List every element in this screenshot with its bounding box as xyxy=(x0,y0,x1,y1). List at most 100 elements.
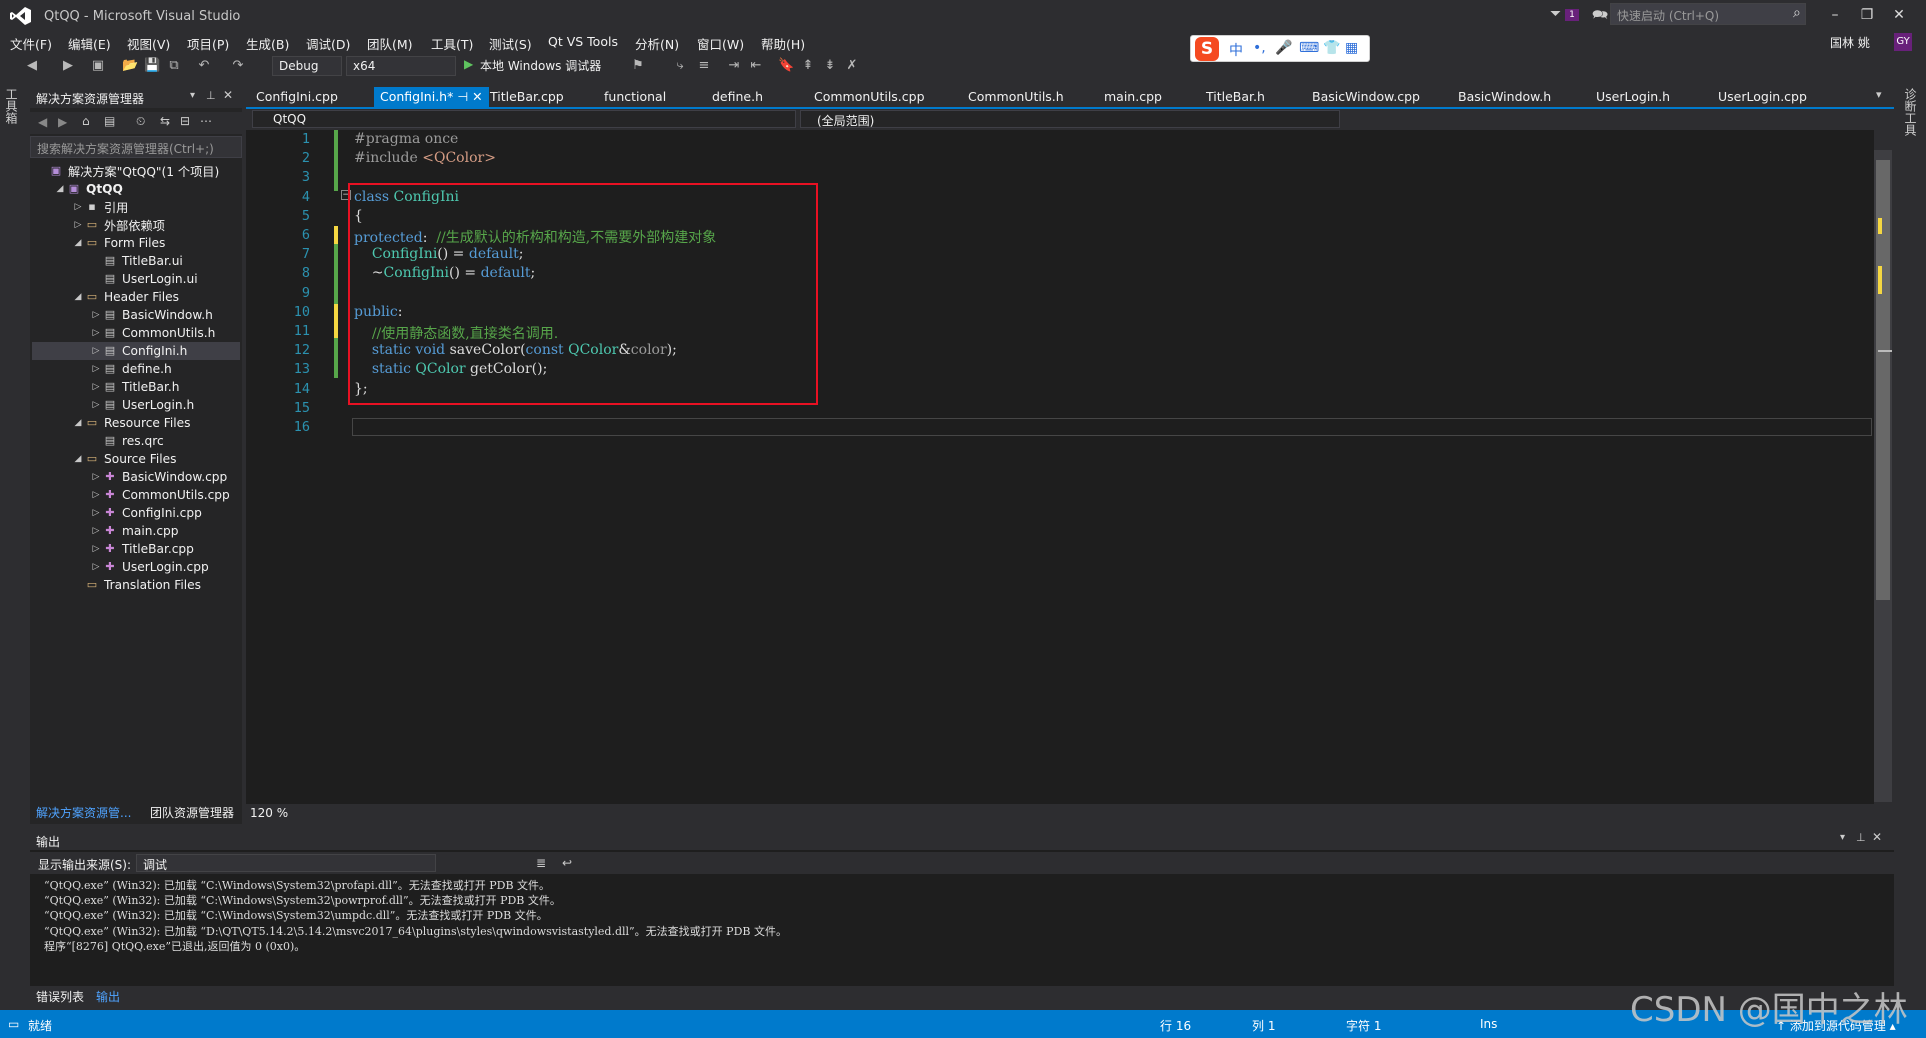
clear-all-icon[interactable]: ≣ xyxy=(536,856,546,870)
expand-toggle-icon[interactable]: ▷ xyxy=(90,382,102,392)
collapse-all-icon[interactable]: ⊟ xyxy=(180,114,190,128)
tree-item[interactable]: ◢ ▭ Source Files xyxy=(32,450,240,468)
menu-test[interactable]: 测试(S) xyxy=(489,34,532,53)
tree-item[interactable]: ▷ ✚ main.cpp xyxy=(32,522,240,540)
new-project-icon[interactable]: ▣ xyxy=(90,58,106,74)
tab-overflow-icon[interactable]: ▾ xyxy=(1876,88,1882,101)
expand-toggle-icon[interactable]: ▷ xyxy=(90,472,102,482)
document-tab[interactable]: functional xyxy=(598,87,672,107)
back-icon[interactable]: ◀ xyxy=(24,58,40,74)
menu-help[interactable]: 帮助(H) xyxy=(761,34,805,53)
tab-error-list[interactable]: 错误列表 xyxy=(36,988,84,1005)
next-bookmark-icon[interactable]: ⇟ xyxy=(822,58,838,74)
document-tab[interactable]: TitleBar.h xyxy=(1200,87,1271,107)
menu-build[interactable]: 生成(B) xyxy=(246,34,289,53)
tree-item[interactable]: ▷ ▤ CommonUtils.h xyxy=(32,324,240,342)
solution-platform-select[interactable]: x64 xyxy=(346,56,456,76)
tree-item[interactable]: ▤ UserLogin.ui xyxy=(32,270,240,288)
tree-item[interactable]: ▷ ✚ TitleBar.cpp xyxy=(32,540,240,558)
expand-toggle-icon[interactable]: ▷ xyxy=(90,364,102,374)
expand-toggle-icon[interactable]: ◢ xyxy=(72,418,84,428)
document-tab[interactable]: UserLogin.h xyxy=(1590,87,1676,107)
pending-changes-icon[interactable]: ⏲ xyxy=(136,114,145,129)
skin-icon[interactable]: 👕 xyxy=(1323,40,1340,56)
solution-configuration-select[interactable]: Debug xyxy=(272,56,342,76)
close-panel-icon[interactable]: ✕ xyxy=(223,88,233,102)
project-dropdown[interactable]: QtQQ xyxy=(252,110,796,128)
document-tab[interactable]: BasicWindow.h xyxy=(1452,87,1557,107)
quick-launch-input[interactable]: 快速启动 (Ctrl+Q) xyxy=(1610,3,1806,25)
tree-item[interactable]: ▤ res.qrc xyxy=(32,432,240,450)
expand-toggle-icon[interactable]: ◢ xyxy=(72,238,84,248)
diagnostic-tools-tab[interactable]: 诊断工具 xyxy=(1902,88,1919,136)
expand-toggle-icon[interactable]: ▷ xyxy=(90,526,102,536)
expand-toggle-icon[interactable]: ▷ xyxy=(90,328,102,338)
expand-toggle-icon[interactable]: ▷ xyxy=(90,562,102,572)
close-button[interactable]: ✕ xyxy=(1884,4,1914,28)
tree-item[interactable]: ◢ ▭ Form Files xyxy=(32,234,240,252)
pin-icon[interactable]: ⊥ xyxy=(1856,831,1866,844)
step-icon[interactable]: ⤷ xyxy=(672,58,688,74)
expand-toggle-icon[interactable]: ▷ xyxy=(90,490,102,500)
dropdown-icon[interactable]: ▾ xyxy=(1840,832,1845,843)
expand-toggle-icon[interactable]: ▷ xyxy=(90,400,102,410)
document-tab[interactable]: ConfigIni.cpp xyxy=(250,87,344,107)
expand-toggle-icon[interactable]: ▷ xyxy=(90,508,102,518)
tree-item[interactable]: ▷ ✚ BasicWindow.cpp xyxy=(32,468,240,486)
tree-item[interactable]: ▷ ▭ 外部依赖项 xyxy=(32,216,240,234)
expand-toggle-icon[interactable]: ◢ xyxy=(72,292,84,302)
comment-icon[interactable]: ≡ xyxy=(696,58,712,74)
prev-bookmark-icon[interactable]: ⇞ xyxy=(800,58,816,74)
tree-item[interactable]: ◢ ▣ QtQQ xyxy=(32,180,240,198)
solution-explorer-search-input[interactable]: 搜索解决方案资源管理器(Ctrl+;) xyxy=(30,136,242,158)
tree-item[interactable]: ▷ ▤ TitleBar.h xyxy=(32,378,240,396)
restore-button[interactable]: ❐ xyxy=(1852,4,1882,28)
back-icon[interactable]: ◀ xyxy=(38,115,47,129)
user-avatar[interactable]: GY xyxy=(1894,33,1912,51)
expand-toggle-icon[interactable]: ▷ xyxy=(72,220,84,230)
switch-views-icon[interactable]: ▤ xyxy=(104,114,115,128)
document-tab[interactable]: main.cpp xyxy=(1098,87,1168,107)
zoom-level[interactable]: 120 % xyxy=(250,806,288,820)
close-panel-icon[interactable]: ✕ xyxy=(1872,830,1882,844)
tree-item[interactable]: ▷ ▤ ConfigIni.h xyxy=(32,342,240,360)
tree-item[interactable]: ▷ ▤ BasicWindow.h xyxy=(32,306,240,324)
document-tab[interactable]: TitleBar.cpp xyxy=(484,87,570,107)
clear-bookmarks-icon[interactable]: ✗ xyxy=(844,58,860,74)
properties-icon[interactable]: ⋯ xyxy=(200,114,212,128)
word-wrap-icon[interactable]: ↩ xyxy=(562,856,572,870)
dropdown-icon[interactable]: ▾ xyxy=(190,90,195,101)
undo-icon[interactable]: ↶ xyxy=(196,58,212,74)
forward-icon[interactable]: ▶ xyxy=(60,58,76,74)
tree-item[interactable]: ▷ ▪ 引用 xyxy=(32,198,240,216)
menu-window[interactable]: 窗口(W) xyxy=(697,34,744,53)
expand-toggle-icon[interactable]: ▷ xyxy=(72,202,84,212)
tab-solution-explorer[interactable]: 解决方案资源管... xyxy=(36,804,131,821)
document-tab[interactable]: CommonUtils.cpp xyxy=(808,87,931,107)
document-tab[interactable]: define.h xyxy=(706,87,769,107)
close-tab-icon[interactable]: ⊣ ✕ xyxy=(453,89,482,104)
code-line[interactable]: #pragma once xyxy=(354,131,458,147)
expand-toggle-icon[interactable]: ▷ xyxy=(90,544,102,554)
tab-output[interactable]: 输出 xyxy=(96,988,120,1005)
save-icon[interactable]: 💾 xyxy=(144,58,160,74)
document-tab[interactable]: UserLogin.cpp xyxy=(1712,87,1813,107)
menu-qt-vs-tools[interactable]: Qt VS Tools xyxy=(548,34,618,49)
expand-toggle-icon[interactable]: ▷ xyxy=(90,346,102,356)
menu-analyze[interactable]: 分析(N) xyxy=(635,34,679,53)
microphone-icon[interactable]: 🎤 xyxy=(1275,40,1292,56)
tree-item[interactable]: ▭ Translation Files xyxy=(32,576,240,594)
indent-icon[interactable]: ⇥ xyxy=(726,58,742,74)
minimize-button[interactable]: – xyxy=(1820,4,1850,28)
tree-item[interactable]: ▷ ✚ CommonUtils.cpp xyxy=(32,486,240,504)
redo-icon[interactable]: ↷ xyxy=(230,58,246,74)
tab-team-explorer[interactable]: 团队资源管理器 xyxy=(150,804,234,821)
menu-project[interactable]: 项目(P) xyxy=(187,34,229,53)
user-account-name[interactable]: 国林 姚 xyxy=(1830,34,1870,51)
tree-item[interactable]: ▣ 解决方案"QtQQ"(1 个项目) xyxy=(32,162,240,180)
sync-icon[interactable]: ⇆ xyxy=(160,114,170,128)
toolbox-grid-icon[interactable]: ▦ xyxy=(1345,40,1358,56)
tree-item[interactable]: ◢ ▭ Resource Files xyxy=(32,414,240,432)
menu-debug[interactable]: 调试(D) xyxy=(306,34,350,53)
save-all-icon[interactable]: ⧉ xyxy=(166,58,182,74)
